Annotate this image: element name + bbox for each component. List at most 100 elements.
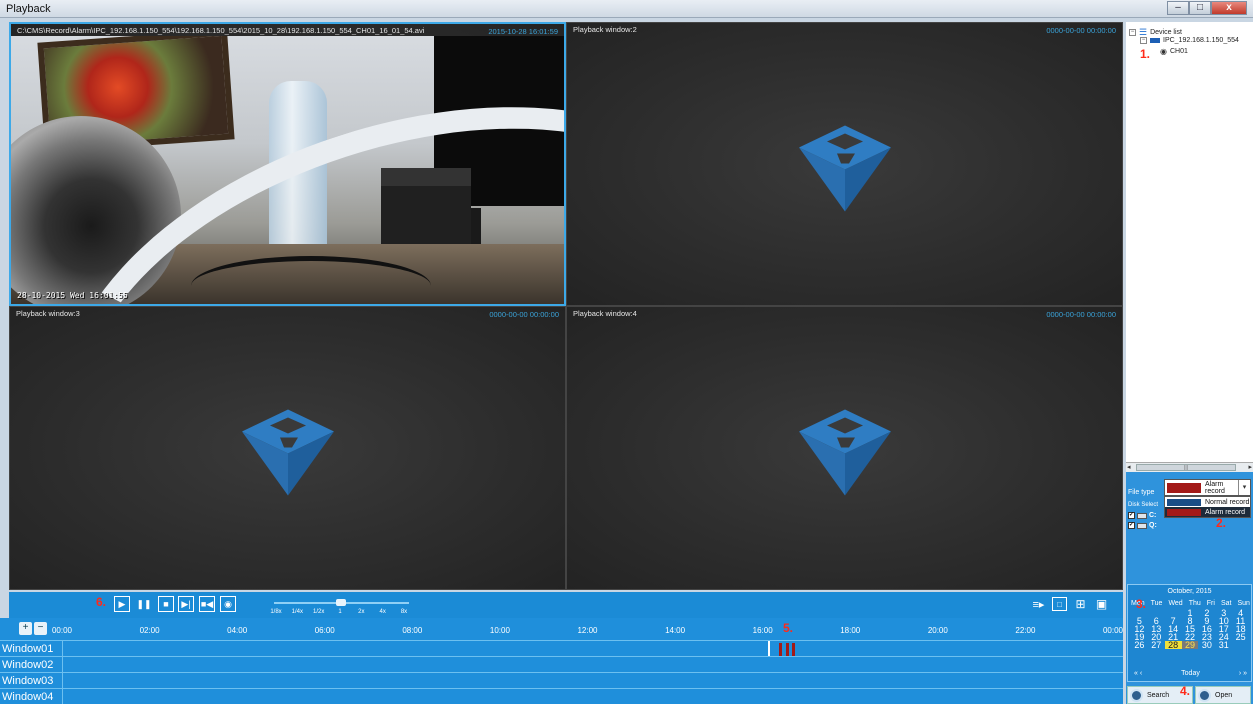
calendar-day[interactable]: 29	[1181, 641, 1199, 650]
quad-window-icon: ⊞	[1075, 597, 1086, 611]
file-type-label: File type	[1128, 489, 1155, 496]
zoom-in-button[interactable]: +	[19, 622, 32, 635]
pause-icon: ❚❚	[136, 598, 152, 609]
stop-button[interactable]: ■	[158, 596, 174, 612]
window-title: Playback	[6, 3, 51, 15]
open-button[interactable]: Open	[1195, 686, 1251, 704]
timeline: + − 5. 00:00 02:00 04:00 06:00 08:00 10:00 12:…	[0, 618, 1123, 704]
disk-label: C:	[1149, 512, 1157, 519]
fullscreen-icon: ▣	[1095, 597, 1108, 611]
timeline-header: + − 5. 00:00 02:00 04:00 06:00 08:00 10:00 12:…	[0, 618, 1123, 640]
file-type-select[interactable]: Alarm record ▾	[1164, 479, 1251, 496]
alarm-swatch	[1167, 482, 1201, 493]
speed-tick: 1	[338, 609, 342, 615]
playback-grid: 28-10-2015 Wed 16:01:55 C:\CMS\Record\Al…	[9, 22, 1123, 590]
minimize-button[interactable]: –	[1167, 1, 1189, 15]
maximize-button[interactable]: □	[1189, 1, 1211, 15]
camera-icon: ◉	[1160, 47, 1167, 56]
zoom-out-button[interactable]: −	[34, 622, 47, 635]
option-normal-record[interactable]: Normal record	[1165, 497, 1250, 507]
pause-button[interactable]: ❚❚	[136, 596, 152, 612]
timeline-lane[interactable]	[62, 641, 1123, 657]
playback-window-1[interactable]: 28-10-2015 Wed 16:01:55 C:\CMS\Record\Al…	[9, 22, 566, 306]
timeline-hour-label: 06:00	[314, 626, 335, 635]
alarm-record-segment[interactable]	[792, 643, 796, 656]
calendar-day[interactable]: 26	[1131, 641, 1148, 650]
today-button[interactable]: Today	[1128, 670, 1253, 677]
ipc-camera-icon	[1150, 38, 1160, 43]
expand-icon[interactable]: −	[1129, 29, 1136, 36]
step-marker-4: 4.	[1180, 684, 1191, 698]
calendar-day[interactable]: 27	[1148, 641, 1165, 650]
timeline-hour-label: 02:00	[139, 626, 160, 635]
alarm-record-segment[interactable]	[785, 643, 789, 656]
step-marker-3: 3.	[1136, 597, 1147, 611]
timeline-hour-label: 22:00	[1015, 626, 1036, 635]
timeline-hour-label: 20:00	[927, 626, 948, 635]
close-button[interactable]: x	[1211, 1, 1247, 15]
weekday-label: Sun	[1237, 600, 1250, 607]
weekday-label: Wed	[1168, 600, 1183, 607]
calendar-days: 1 2 3 4 5 6 7 8 9 10 11 12 13 14 15 16 17 18 19 20 21 22 23 24 2…	[1131, 609, 1249, 650]
timeline-hour-label: 00:00	[51, 626, 73, 635]
scroll-left-icon[interactable]: ◂	[1127, 463, 1131, 471]
disk-label: Q:	[1149, 522, 1157, 529]
timeline-row[interactable]: Window02	[0, 656, 1123, 672]
checkbox-checked[interactable]: ✓	[1128, 512, 1135, 519]
fullscreen-button[interactable]: ▣	[1094, 597, 1109, 611]
calendar-day[interactable]: 30	[1198, 641, 1215, 650]
scrollbar-thumb[interactable]: |||	[1136, 464, 1236, 471]
device-name: IPC_192.168.1.150_554	[1163, 37, 1239, 44]
disk-select-header: Disk Select	[1128, 502, 1159, 508]
tree-horizontal-scrollbar[interactable]: ◂ ||| ▸	[1126, 462, 1253, 472]
speed-slider-thumb[interactable]	[336, 599, 346, 606]
window-controls: – □ x	[1167, 1, 1247, 15]
calendar-day[interactable]: 31	[1215, 641, 1232, 650]
playback-window-3[interactable]: Playback window:3 0000-00-00 00:00:00	[9, 306, 566, 590]
open-label: Open	[1215, 691, 1233, 699]
timeline-lane[interactable]	[62, 673, 1123, 688]
step-marker-1: 1.	[1140, 47, 1151, 61]
chevron-down-icon[interactable]: ▾	[1238, 480, 1250, 495]
play-button[interactable]: ▶	[114, 596, 130, 612]
timeline-row[interactable]: Window04	[0, 688, 1123, 704]
timeline-lane[interactable]	[62, 657, 1123, 672]
timeline-hour-label: 14:00	[665, 626, 686, 635]
playback-window-4[interactable]: Playback window:4 0000-00-00 00:00:00	[566, 306, 1123, 590]
playhead-cursor[interactable]	[768, 641, 771, 657]
expand-icon[interactable]: −	[1140, 37, 1147, 44]
step-forward-button[interactable]: ▶|	[178, 596, 194, 612]
disk-q-row[interactable]: ✓ Q:	[1128, 522, 1157, 529]
weekday-label: Tue	[1150, 600, 1163, 607]
snapshot-button[interactable]: ◉	[220, 596, 236, 612]
record-clip-button[interactable]: ■◀	[199, 596, 215, 612]
calendar-weekdays: Mon Tue Wed Thu Fri Sat Sun	[1128, 600, 1253, 607]
alarm-record-segment[interactable]	[778, 643, 782, 656]
camera-video-frame: 28-10-2015 Wed 16:01:55	[11, 36, 564, 304]
tree-device[interactable]: − IPC_192.168.1.150_554	[1140, 37, 1239, 44]
speed-slider[interactable]: 1/8x 1/4x 1/2x 1 2x 4x 8x	[264, 596, 409, 616]
playback-window-2[interactable]: Playback window:2 0000-00-00 00:00:00	[566, 22, 1123, 306]
tree-channel[interactable]: ◉ CH01	[1160, 47, 1188, 56]
playback-window: Playback – □ x 28-10-2015 Wed 16:01:55 C…	[0, 0, 1253, 704]
timeline-hour-label: 18:00	[840, 626, 861, 635]
step-forward-icon: ▶|	[181, 598, 191, 609]
brand-logo-icon	[798, 125, 891, 212]
speed-tick: 1/8x	[270, 609, 282, 615]
timeline-row[interactable]: Window01	[0, 640, 1123, 657]
option-alarm-record[interactable]: Alarm record	[1165, 507, 1250, 517]
file-type-selected: Alarm record	[1205, 480, 1225, 495]
calendar-day[interactable]: 25	[1232, 633, 1249, 642]
list-layout-icon: ≡▸	[1032, 598, 1045, 611]
calendar-day[interactable]: 28	[1164, 641, 1182, 650]
pane-timestamp: 0000-00-00 00:00:00	[1046, 310, 1116, 319]
record-clip-icon: ■◀	[200, 598, 214, 609]
quad-layout-button[interactable]: ⊞	[1073, 597, 1088, 611]
timeline-row[interactable]: Window03	[0, 672, 1123, 688]
scroll-right-icon[interactable]: ▸	[1248, 463, 1252, 471]
list-layout-button[interactable]: ≡▸	[1031, 597, 1046, 611]
single-layout-button[interactable]: □	[1052, 597, 1067, 611]
disk-c-row[interactable]: ✓ C:	[1128, 512, 1156, 519]
timeline-lane[interactable]	[62, 689, 1123, 704]
checkbox-checked[interactable]: ✓	[1128, 522, 1135, 529]
